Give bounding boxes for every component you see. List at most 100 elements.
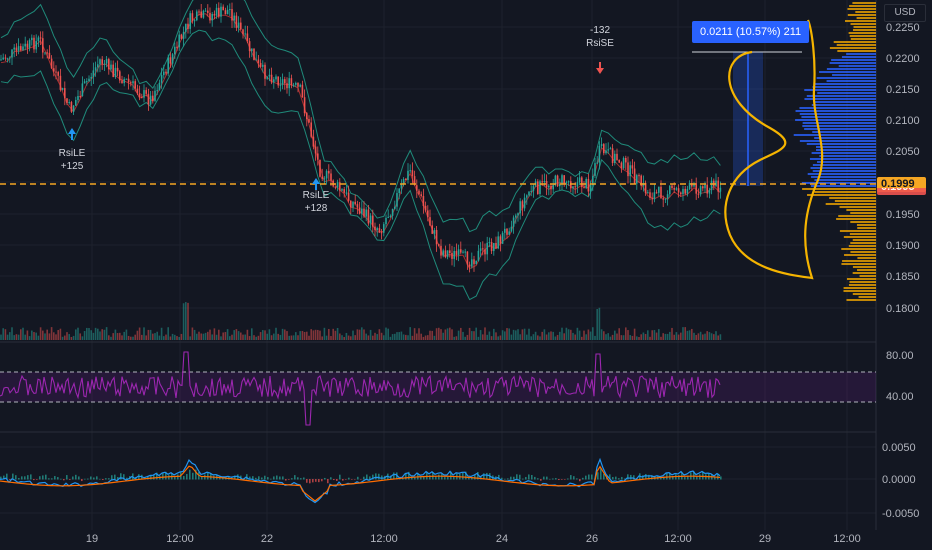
macd-histogram-bar — [555, 478, 557, 480]
candle-body — [108, 59, 110, 70]
volume-profile-row — [819, 71, 876, 73]
volume-bar — [299, 331, 301, 340]
volume-profile-row — [850, 38, 876, 40]
macd-histogram-bar — [258, 476, 260, 480]
candle-body — [42, 38, 44, 53]
volume-bar — [515, 330, 517, 340]
macd-histogram-bar — [285, 479, 287, 481]
volume-bar — [493, 328, 495, 340]
volume-bar — [251, 328, 253, 340]
candle-body — [262, 64, 264, 67]
volume-bar — [510, 334, 513, 340]
volume-bar — [147, 329, 150, 340]
volume-profile-row — [844, 254, 876, 256]
candle-body — [37, 37, 40, 42]
macd-histogram-bar — [63, 479, 65, 481]
macd-histogram-bar — [24, 476, 26, 480]
volume-bar — [699, 331, 702, 340]
macd-histogram-bar — [621, 476, 623, 480]
volume-bar — [325, 335, 328, 340]
macd-histogram-bar — [363, 476, 365, 480]
volume-bar — [145, 335, 147, 340]
volume-profile-row — [804, 128, 876, 130]
volume-bar — [618, 328, 620, 340]
chart-canvas[interactable]: RsiLE +125 RsiLE +128 -132 RsiSE 0.2250 0… — [0, 0, 932, 550]
volume-bar — [26, 330, 29, 340]
volume-bar — [253, 335, 255, 340]
volume-bar — [462, 331, 464, 340]
candle-body — [169, 57, 172, 64]
candle-body — [281, 79, 284, 85]
candle-body — [75, 100, 77, 106]
candle-body — [666, 194, 669, 199]
volume-bar — [488, 331, 491, 340]
price-tick: 0.2150 — [886, 84, 920, 96]
volume-bar — [306, 331, 308, 340]
candle-body — [424, 205, 427, 211]
candle-body — [119, 71, 121, 81]
candle-body — [662, 198, 664, 200]
volume-bar — [594, 335, 596, 340]
candle-body — [257, 59, 260, 63]
candle-body — [279, 84, 282, 86]
macd-histogram-bar — [513, 476, 515, 480]
candle-body — [198, 11, 200, 13]
down-arrow-icon — [596, 62, 604, 74]
candle-body — [504, 228, 506, 233]
macd-histogram-bar — [192, 472, 194, 480]
price-axis[interactable]: 0.22500.22000.21500.21000.20500.20000.19… — [882, 22, 920, 520]
candle-body — [460, 249, 462, 253]
volume-bar — [449, 327, 451, 340]
currency-label[interactable]: USD — [884, 4, 926, 22]
candle-body — [671, 185, 673, 188]
macd-histogram-bar — [531, 474, 533, 480]
candle-body — [273, 79, 275, 83]
candle-body — [317, 153, 319, 160]
time-axis[interactable]: 19 12:00 22 12:00 24 26 12:00 29 12:00 — [86, 533, 861, 545]
volume-bar — [17, 334, 20, 340]
candle-body — [31, 37, 33, 41]
volume-profile-row — [857, 269, 876, 271]
volume-bar — [636, 336, 638, 340]
volume-bar — [471, 331, 473, 340]
volume-bar — [512, 329, 515, 340]
volume-bar — [138, 327, 141, 340]
signal-rsile-1[interactable]: RsiLE +125 — [59, 128, 86, 172]
volume-bar — [37, 335, 40, 340]
volume-profile-row — [799, 113, 876, 115]
volume-bar — [625, 327, 627, 340]
macd-histogram-bar — [186, 473, 188, 480]
macd-histogram-bar — [78, 476, 80, 480]
volume-bar — [433, 335, 436, 340]
macd-histogram-bar — [303, 477, 305, 480]
candle-body — [308, 119, 310, 123]
volume-bar — [464, 336, 466, 340]
candle-body — [64, 88, 66, 99]
candle-body — [484, 249, 486, 255]
candle-body — [132, 81, 134, 84]
signal-rsise[interactable]: -132 RsiSE — [586, 25, 614, 74]
volume-profile-row — [842, 260, 876, 262]
volume-bar — [457, 330, 460, 340]
volume-bar — [75, 329, 77, 340]
volume-profile-row — [802, 125, 876, 127]
macd-histogram-bar — [324, 477, 326, 480]
candle-body — [378, 228, 381, 233]
candle-body — [611, 148, 614, 164]
time-tick: 26 — [586, 533, 598, 545]
volume-bar — [90, 330, 92, 340]
macd-line — [0, 457, 721, 504]
volume-bar — [708, 332, 711, 340]
volume-bar — [715, 331, 717, 340]
volume-bar — [143, 327, 145, 340]
volume-bar — [308, 335, 310, 340]
candle-body — [321, 176, 323, 179]
volume-bar — [189, 336, 191, 340]
volume-bar — [191, 327, 194, 340]
candle-body — [86, 81, 88, 83]
candle-body — [125, 78, 128, 80]
volume-bar — [598, 307, 601, 340]
volume-bar — [638, 336, 640, 340]
candle-body — [0, 59, 2, 61]
macd-histogram-bar — [627, 474, 629, 480]
